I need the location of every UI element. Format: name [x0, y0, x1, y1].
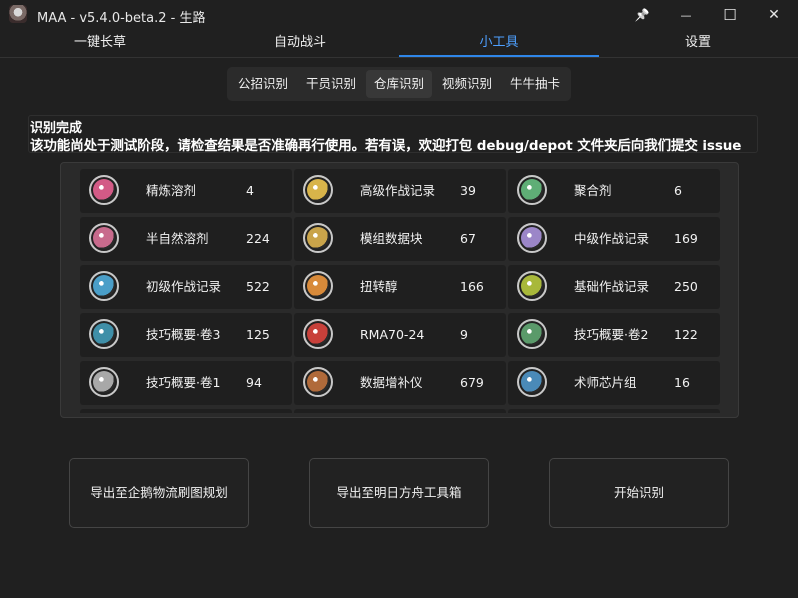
depot-item: 术师芯片组 16	[508, 361, 720, 405]
skill-summary-3-icon	[89, 319, 119, 349]
depot-item-count: 125	[246, 327, 270, 342]
depot-item: 高级作战记录 39	[294, 169, 506, 213]
subtab-gacha[interactable]: 牛牛抽卡	[502, 70, 568, 98]
app-logo-icon	[9, 5, 27, 23]
depot-item-name: 术师芯片组	[574, 375, 637, 390]
caster-chip-pack-icon	[517, 367, 547, 397]
depot-item-grid: 精炼溶剂 4 高级作战记录 39 聚合剂 6 半自然溶剂 224 模组数据块 67 中级作战记录 16…	[80, 169, 720, 413]
depot-item-count: 9	[460, 327, 468, 342]
refined-solvent-icon	[89, 175, 119, 205]
depot-item-name: 基础作战记录	[574, 279, 650, 294]
subtab-video-recognition[interactable]: 视频识别	[434, 70, 500, 98]
window-title: MAA - v5.4.0-beta.2 - 生路	[37, 11, 206, 26]
depot-item-partial	[508, 409, 720, 413]
depot-item-name: 初级作战记录	[146, 279, 222, 294]
depot-item-partial	[80, 409, 292, 413]
tab-auto-battle[interactable]: 自动战斗	[200, 30, 400, 58]
depot-item: 精炼溶剂 4	[80, 169, 292, 213]
depot-item-name: 扭转醇	[360, 279, 398, 294]
depot-item: 扭转醇 166	[294, 265, 506, 309]
maximize-button[interactable]: ☐	[708, 0, 752, 30]
depot-item-name: 技巧概要·卷1	[146, 375, 221, 390]
depot-item-count: 4	[246, 183, 254, 198]
depot-item-count: 16	[674, 375, 690, 390]
skill-summary-1-icon	[89, 367, 119, 397]
main-nav: 一键长草 自动战斗 小工具 设置	[0, 30, 798, 58]
depot-item-count: 39	[460, 183, 476, 198]
tab-tools[interactable]: 小工具	[399, 30, 599, 58]
drill-battle-record-icon	[517, 271, 547, 301]
depot-item-name: RMA70-24	[360, 327, 425, 342]
data-supplement-instrument-icon	[303, 367, 333, 397]
depot-item-count: 169	[674, 231, 698, 246]
depot-item-count: 94	[246, 375, 262, 390]
minimize-icon: —	[680, 8, 692, 22]
depot-result-panel[interactable]: 精炼溶剂 4 高级作战记录 39 聚合剂 6 半自然溶剂 224 模组数据块 67 中级作战记录 16…	[60, 162, 739, 418]
depot-item: 数据增补仪 679	[294, 361, 506, 405]
depot-item-count: 122	[674, 327, 698, 342]
depot-item-count: 679	[460, 375, 484, 390]
close-button[interactable]: ✕	[752, 0, 796, 30]
depot-item: 中级作战记录 169	[508, 217, 720, 261]
polymerization-preparation-icon	[517, 175, 547, 205]
depot-item: 基础作战记录 250	[508, 265, 720, 309]
depot-item-name: 精炼溶剂	[146, 183, 197, 198]
depot-item-name: 技巧概要·卷3	[146, 327, 221, 342]
depot-item: RMA70-24 9	[294, 313, 506, 357]
advanced-battle-record-icon	[303, 175, 333, 205]
tab-one-key-farm[interactable]: 一键长草	[0, 30, 200, 58]
depot-item-name: 半自然溶剂	[146, 231, 209, 246]
tool-subtabs: 公招识别 干员识别 仓库识别 视频识别 牛牛抽卡	[227, 67, 571, 101]
depot-item: 半自然溶剂 224	[80, 217, 292, 261]
depot-item-count: 522	[246, 279, 270, 294]
subtab-depot-recognition[interactable]: 仓库识别	[366, 70, 432, 98]
depot-item: 技巧概要·卷1 94	[80, 361, 292, 405]
module-data-block-icon	[303, 223, 333, 253]
intermediate-battle-record-icon	[517, 223, 547, 253]
subtab-recruit-recognition[interactable]: 公招识别	[230, 70, 296, 98]
tab-settings[interactable]: 设置	[598, 30, 798, 58]
depot-item-name: 模组数据块	[360, 231, 423, 246]
subtab-operator-recognition[interactable]: 干员识别	[298, 70, 364, 98]
maximize-icon: ☐	[723, 6, 737, 24]
close-icon: ✕	[768, 7, 780, 23]
depot-item-name: 数据增补仪	[360, 375, 423, 390]
depot-item-count: 250	[674, 279, 698, 294]
depot-item: 聚合剂 6	[508, 169, 720, 213]
title-bar: MAA - v5.4.0-beta.2 - 生路 📌 — ☐ ✕	[0, 0, 798, 30]
depot-item-count: 67	[460, 231, 476, 246]
depot-item-count: 6	[674, 183, 682, 198]
rma70-24-icon	[303, 319, 333, 349]
depot-item-name: 高级作战记录	[360, 183, 436, 198]
start-recognition-button[interactable]: 开始识别	[549, 458, 729, 528]
pin-icon: 📌	[634, 8, 650, 22]
depot-item: 技巧概要·卷3 125	[80, 313, 292, 357]
semi-natural-solvent-icon	[89, 223, 119, 253]
status-message: 该功能尚处于测试阶段，请检查结果是否准确再行使用。若有误，欢迎打包 debug/…	[30, 138, 742, 154]
skill-summary-2-icon	[517, 319, 547, 349]
twisted-alcohol-icon	[303, 271, 333, 301]
depot-item: 技巧概要·卷2 122	[508, 313, 720, 357]
depot-item-partial	[294, 409, 506, 413]
active-tab-indicator	[399, 55, 599, 57]
depot-item-count: 224	[246, 231, 270, 246]
basic-battle-record-icon	[89, 271, 119, 301]
depot-item-name: 聚合剂	[574, 183, 612, 198]
depot-item: 模组数据块 67	[294, 217, 506, 261]
minimize-button[interactable]: —	[664, 0, 708, 30]
depot-item-name: 中级作战记录	[574, 231, 650, 246]
export-penguin-button[interactable]: 导出至企鹅物流刷图规划	[69, 458, 249, 528]
pin-button[interactable]: 📌	[620, 0, 664, 30]
depot-item-name: 技巧概要·卷2	[574, 327, 649, 342]
depot-item: 初级作战记录 522	[80, 265, 292, 309]
export-toolbox-button[interactable]: 导出至明日方舟工具箱	[309, 458, 489, 528]
depot-item-count: 166	[460, 279, 484, 294]
